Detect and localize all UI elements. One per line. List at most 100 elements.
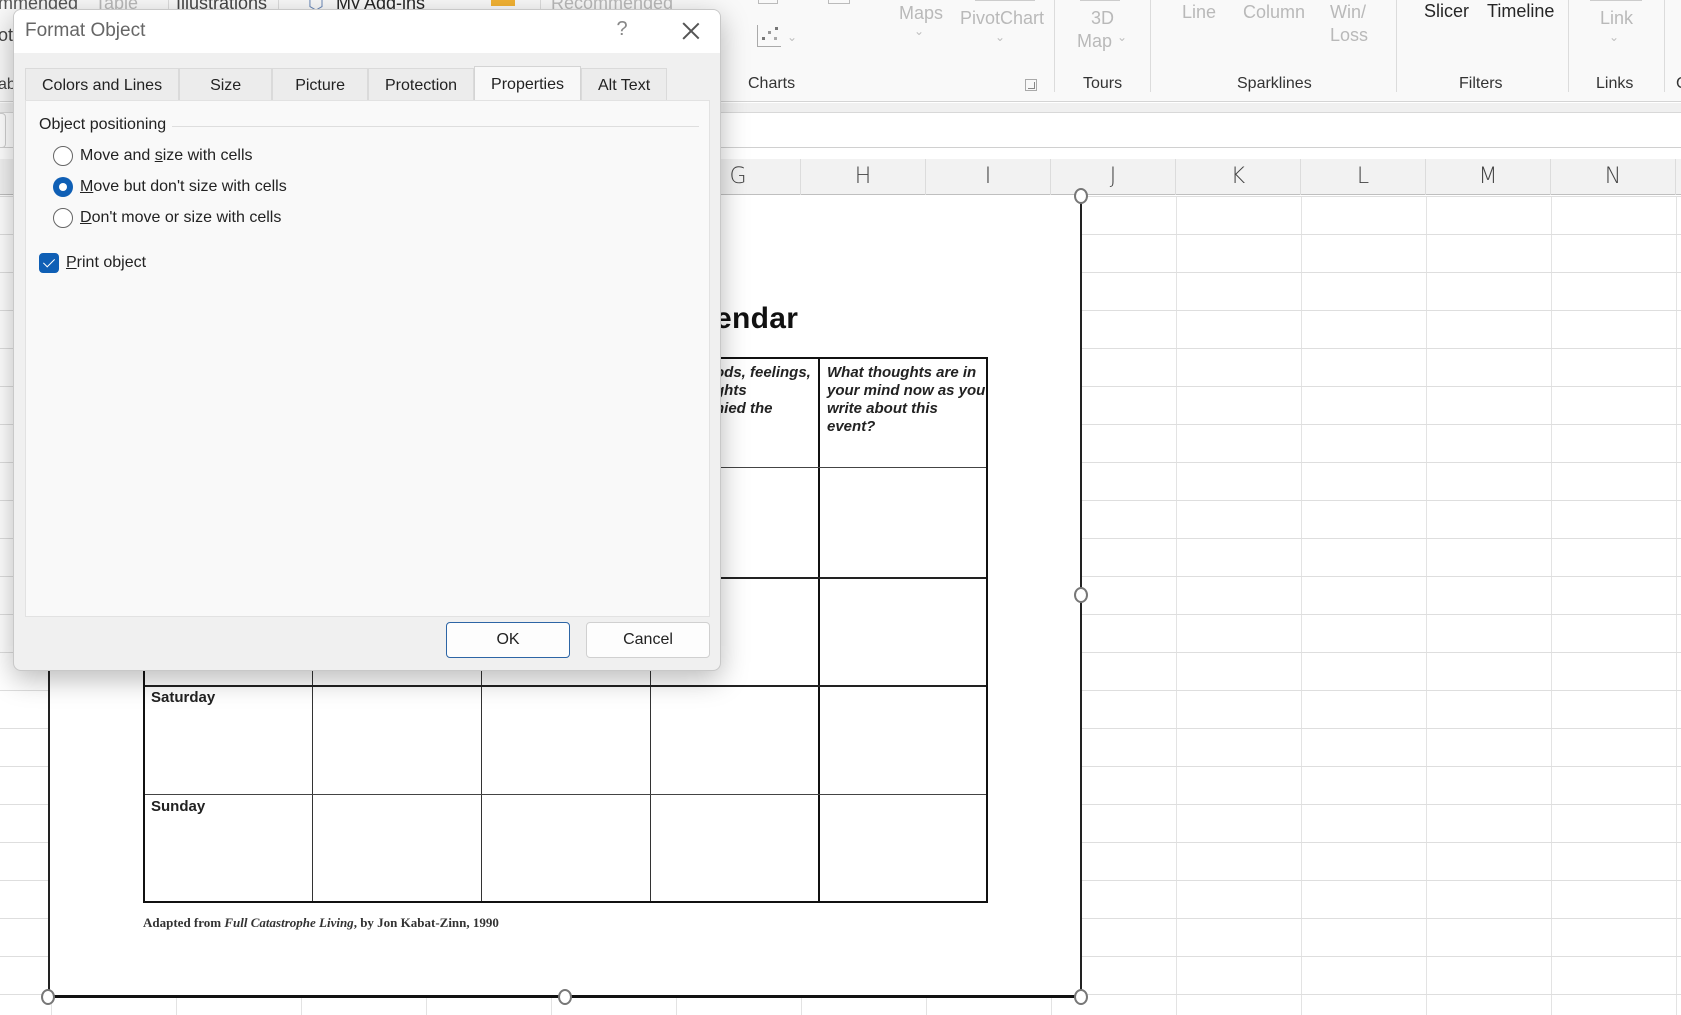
- label-text: on't move or size with cells: [91, 209, 282, 226]
- radio-label: Move and size with cells: [80, 147, 253, 165]
- calendar-footer: Adapted from Full Catastrophe Living, by…: [143, 915, 499, 931]
- ribbon-separator: [1664, 0, 1665, 92]
- ribbon-partial-right: C: [1676, 75, 1681, 93]
- chevron-down-icon[interactable]: ⌄: [914, 24, 924, 38]
- print-object-checkbox[interactable]: [39, 253, 59, 273]
- label-text: ize with cells: [162, 147, 253, 164]
- dialog-titlebar[interactable]: Format Object ?: [14, 10, 720, 53]
- footer-suffix: , by Jon Kabat-Zinn, 1990: [353, 915, 499, 930]
- hierarchy-chart-icon[interactable]: [828, 0, 850, 4]
- header-line: event?: [827, 418, 876, 435]
- radio-label: Move but don't size with cells: [80, 178, 287, 196]
- header-line: nied the: [715, 400, 773, 417]
- radio-dont-move-or-size[interactable]: Don't move or size with cells: [53, 208, 281, 228]
- resize-handle-bottom[interactable]: [558, 989, 572, 1005]
- sparkline-column-button[interactable]: Column: [1243, 1, 1305, 23]
- chevron-down-icon[interactable]: ⌄: [787, 30, 797, 44]
- day-label-sunday: Sunday: [151, 798, 206, 815]
- help-icon[interactable]: ?: [610, 18, 634, 41]
- dialog-launcher-icon[interactable]: [1025, 79, 1037, 91]
- ribbon-separator: [1568, 0, 1569, 92]
- maps-button[interactable]: Maps: [899, 2, 943, 24]
- radio-move-and-size[interactable]: Move and size with cells: [53, 146, 253, 166]
- tab-picture[interactable]: Picture: [272, 68, 368, 101]
- label-accelerator: M: [80, 178, 94, 195]
- 3d-map-icon: [1080, 0, 1120, 1]
- link-icon: [1590, 0, 1642, 1]
- filters-group-label: Filters: [1459, 75, 1503, 92]
- dialog-tabs: Colors and Lines Size Picture Protection…: [25, 66, 668, 101]
- day-label-saturday: Saturday: [151, 689, 216, 706]
- charts-group-label: Charts: [748, 75, 796, 92]
- label-text: Move and: [80, 147, 155, 164]
- 3d-map-button-line2[interactable]: Map: [1077, 30, 1112, 52]
- footer-title: Full Catastrophe Living: [224, 915, 354, 930]
- column-header-h[interactable]: H: [801, 159, 926, 195]
- sparklines-group-label: Sparklines: [1237, 75, 1312, 92]
- calendar-header-col4: ods, feelings, ghts nied the: [715, 364, 811, 418]
- header-line: What thoughts are in: [827, 364, 977, 381]
- ok-button[interactable]: OK: [446, 622, 570, 658]
- column-header-m[interactable]: M: [1426, 159, 1551, 195]
- resize-handle-right[interactable]: [1074, 587, 1088, 603]
- column-header-i[interactable]: I: [926, 159, 1051, 195]
- name-box[interactable]: [0, 113, 6, 148]
- radio-button[interactable]: [53, 208, 73, 228]
- pivotchart-icon: [975, 0, 1035, 1]
- timeline-button[interactable]: Timeline: [1487, 0, 1554, 22]
- ribbon-partial-addins-badge-icon: [491, 0, 515, 6]
- radio-button[interactable]: [53, 146, 73, 166]
- radio-move-dont-size[interactable]: Move but don't size with cells: [53, 177, 287, 197]
- footer-prefix: Adapted from: [143, 915, 225, 930]
- chevron-down-icon[interactable]: ⌄: [1609, 30, 1619, 44]
- print-object-checkbox-row[interactable]: Print object: [39, 253, 146, 273]
- pivotchart-button[interactable]: PivotChart: [960, 7, 1044, 29]
- calendar-header-col5: What thoughts are in your mind now as yo…: [827, 364, 985, 436]
- table-divider: [818, 359, 820, 901]
- label-accelerator: P: [66, 254, 77, 271]
- scatter-chart-icon[interactable]: [757, 25, 781, 47]
- cancel-button[interactable]: Cancel: [586, 622, 710, 658]
- tours-group-label: Tours: [1083, 75, 1123, 92]
- header-line: ghts: [715, 382, 747, 399]
- 3d-map-button-line1[interactable]: 3D: [1091, 7, 1114, 29]
- chevron-down-icon[interactable]: ⌄: [995, 30, 1005, 44]
- radio-label: Don't move or size with cells: [80, 209, 281, 227]
- header-line: write about this: [827, 400, 938, 417]
- resize-handle-bottom-right[interactable]: [1074, 989, 1088, 1005]
- properties-panel: Object positioning Move and size with ce…: [25, 100, 710, 617]
- resize-handle-top-right[interactable]: [1074, 188, 1088, 204]
- label-text: rint object: [76, 254, 147, 271]
- header-line: ods, feelings,: [715, 364, 811, 381]
- ribbon-separator: [1150, 0, 1151, 92]
- object-positioning-label: Object positioning: [39, 116, 173, 134]
- label-accelerator: s: [154, 147, 163, 164]
- tab-properties[interactable]: Properties: [474, 66, 581, 101]
- format-object-dialog: Format Object ? Colors and Lines Size Pi…: [13, 9, 721, 671]
- slicer-button[interactable]: Slicer: [1424, 0, 1469, 22]
- column-header-n[interactable]: N: [1551, 159, 1676, 195]
- tab-protection[interactable]: Protection: [368, 68, 475, 101]
- label-text: ove but don't size with cells: [93, 178, 287, 195]
- column-header-j[interactable]: J: [1051, 159, 1176, 195]
- tab-size[interactable]: Size: [179, 68, 273, 101]
- table-divider: [145, 794, 986, 795]
- column-header-l[interactable]: L: [1301, 159, 1426, 195]
- chevron-down-icon[interactable]: ⌄: [1117, 30, 1127, 44]
- close-icon[interactable]: [674, 14, 708, 48]
- ribbon-partial-left-1: ot: [0, 25, 14, 45]
- sparkline-winloss-button-line2[interactable]: Loss: [1330, 24, 1368, 46]
- resize-handle-bottom-left[interactable]: [41, 989, 55, 1005]
- print-object-label: Print object: [66, 254, 146, 272]
- sparkline-line-button[interactable]: Line: [1182, 1, 1216, 23]
- calendar-title: endar: [715, 302, 799, 335]
- column-header-k[interactable]: K: [1176, 159, 1301, 195]
- link-button[interactable]: Link: [1600, 7, 1633, 29]
- tab-alt-text[interactable]: Alt Text: [580, 68, 668, 101]
- tab-colors-and-lines[interactable]: Colors and Lines: [25, 68, 180, 101]
- radio-button-checked[interactable]: [53, 177, 73, 197]
- dialog-title: Format Object: [25, 20, 146, 41]
- header-line: your mind now as you: [827, 382, 986, 399]
- bar-chart-icon[interactable]: [758, 0, 778, 4]
- sparkline-winloss-button-line1[interactable]: Win/: [1330, 1, 1366, 23]
